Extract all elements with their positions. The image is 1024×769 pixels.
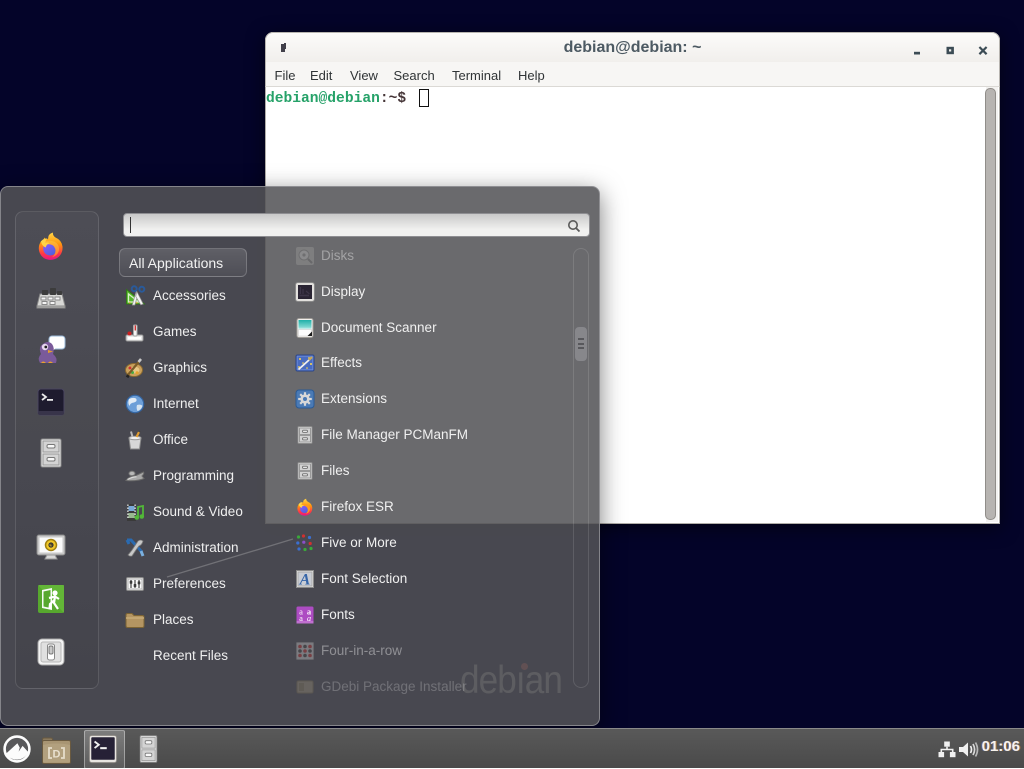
svg-text:a: a bbox=[307, 613, 311, 623]
svg-text:a: a bbox=[299, 613, 303, 623]
svg-text:A: A bbox=[299, 572, 311, 589]
svg-text:D: D bbox=[53, 749, 61, 761]
